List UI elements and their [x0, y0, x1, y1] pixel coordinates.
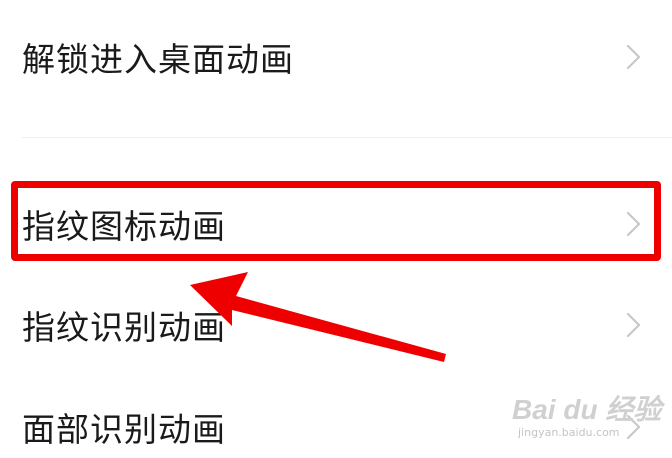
- chevron-right-icon: [622, 42, 644, 72]
- settings-item-label: 指纹识别动画: [22, 308, 226, 347]
- chevron-right-icon: [622, 310, 644, 340]
- animation-settings-screen: 解锁进入桌面动画 指纹图标动画 指纹识别动画 面部识别动画 Bai du 经验 …: [0, 0, 672, 458]
- settings-item-label: 解锁进入桌面动画: [22, 40, 294, 79]
- settings-item-unlock-desktop-animation[interactable]: 解锁进入桌面动画: [0, 22, 672, 92]
- settings-item-fingerprint-recognition-animation[interactable]: 指纹识别动画: [0, 290, 672, 360]
- chevron-right-icon: [622, 209, 644, 239]
- section-divider: [22, 137, 672, 138]
- settings-item-fingerprint-icon-animation[interactable]: 指纹图标动画: [0, 189, 672, 259]
- settings-item-face-recognition-animation[interactable]: 面部识别动画: [0, 392, 672, 458]
- settings-item-label: 面部识别动画: [22, 410, 226, 449]
- chevron-right-icon: [622, 412, 644, 442]
- settings-item-label: 指纹图标动画: [22, 207, 226, 246]
